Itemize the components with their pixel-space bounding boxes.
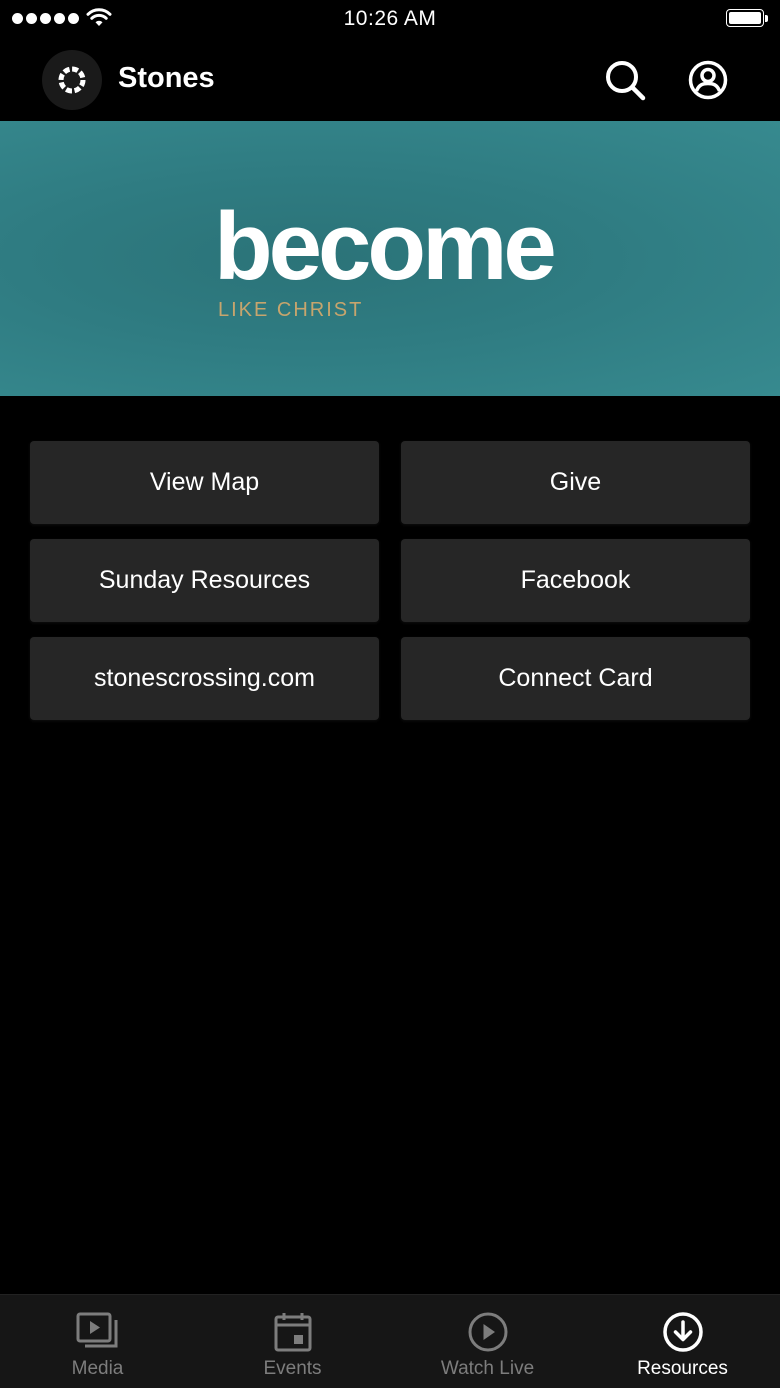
tab-watch-live[interactable]: Watch Live [390, 1295, 585, 1388]
play-circle-icon [466, 1310, 510, 1354]
sermon-series-banner[interactable]: become LIKE CHRIST [0, 121, 780, 396]
status-bar: 10:26 AM [0, 0, 780, 40]
banner-title: become [214, 193, 557, 300]
account-circle-icon [688, 60, 728, 100]
media-play-icon [76, 1310, 120, 1354]
tab-bar: Media Events Watch Live Resources [0, 1294, 780, 1388]
tab-media[interactable]: Media [0, 1295, 195, 1388]
app-title: Stones [118, 62, 215, 94]
battery-icon [726, 9, 768, 29]
tab-label: Events [263, 1358, 322, 1379]
search-button[interactable] [602, 57, 648, 103]
tab-label: Resources [637, 1358, 728, 1379]
website-button[interactable]: stonescrossing.com [30, 637, 379, 720]
banner-subtitle: LIKE CHRIST [218, 299, 364, 321]
facebook-button[interactable]: Facebook [401, 539, 750, 622]
tab-label: Media [71, 1358, 124, 1379]
account-button[interactable] [685, 57, 731, 103]
calendar-icon [271, 1310, 315, 1354]
download-circle-icon [661, 1310, 705, 1354]
resource-button-grid: View Map Give Sunday Resources Facebook … [30, 441, 750, 720]
tab-events[interactable]: Events [195, 1295, 390, 1388]
tab-resources[interactable]: Resources [585, 1295, 780, 1388]
give-button[interactable]: Give [401, 441, 750, 524]
status-time: 10:26 AM [343, 7, 437, 30]
sunday-resources-button[interactable]: Sunday Resources [30, 539, 379, 622]
church-ring-logo-icon [42, 50, 102, 110]
search-icon [606, 61, 646, 101]
banner-text: become LIKE CHRIST [214, 193, 557, 322]
nav-header: Stones [0, 40, 780, 120]
tab-label: Watch Live [440, 1358, 535, 1379]
connect-card-button[interactable]: Connect Card [401, 637, 750, 720]
view-map-button[interactable]: View Map [30, 441, 379, 524]
